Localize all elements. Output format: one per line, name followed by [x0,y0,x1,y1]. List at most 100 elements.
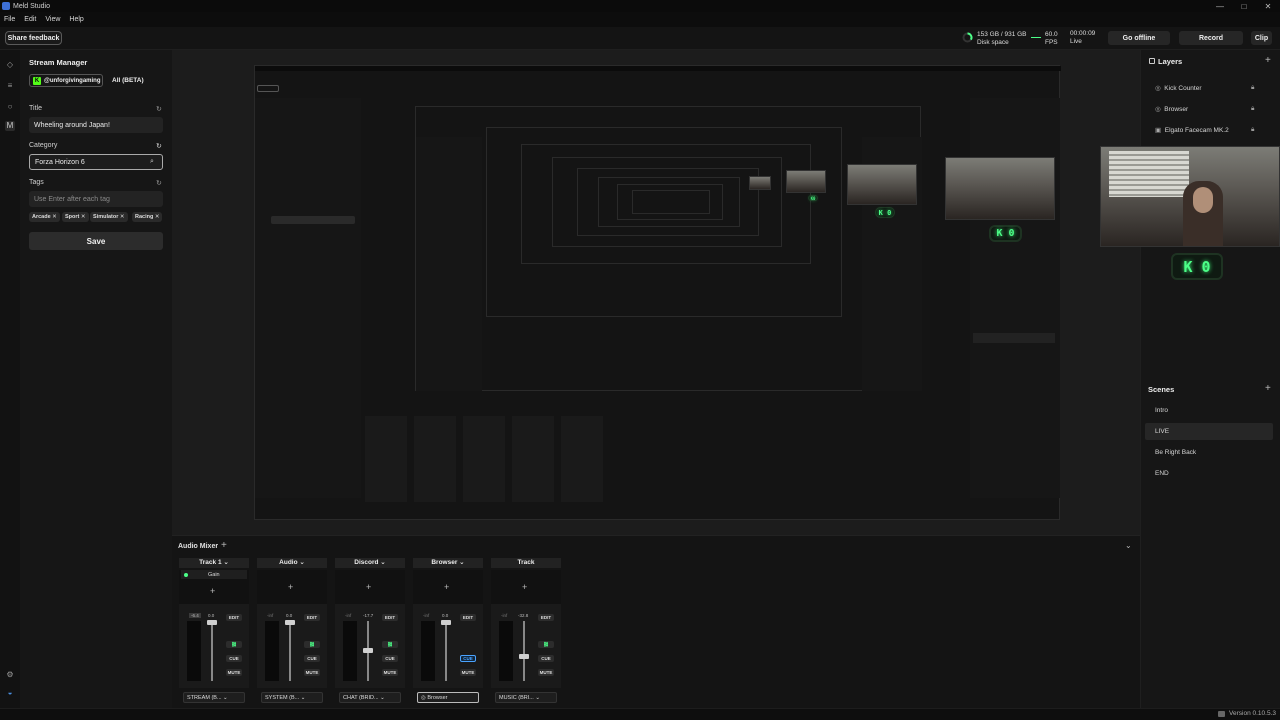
edit-button[interactable]: EDIT [382,614,398,621]
kick-counter-badge: K 0 [1171,253,1223,280]
cue-button[interactable]: CUE [304,655,320,662]
meld-logo-icon[interactable]: ◒ [5,688,15,698]
refresh-title-icon[interactable]: ↻ [156,105,162,113]
kick-counter-badge: K 0 [989,225,1022,242]
fader-knob[interactable] [207,620,217,625]
volume-fader[interactable] [289,621,291,681]
mute-button[interactable]: MUTE [226,669,242,676]
add-layer-button[interactable]: + [1265,55,1271,66]
edit-button[interactable]: EDIT [538,614,554,621]
tags-input[interactable]: Use Enter after each tag [29,191,163,207]
link-icon[interactable]: ⛓︎ [226,641,242,648]
stream-manager-icon[interactable]: M [5,121,15,131]
layer-item[interactable]: ◎ Kick Counter [1155,84,1202,92]
volume-fader[interactable] [523,621,525,681]
add-track-button[interactable]: + [221,540,227,551]
scene-item[interactable]: Be Right Back [1145,444,1273,461]
mute-button[interactable]: MUTE [382,669,398,676]
track-source-select[interactable]: SYSTEM (B... ⌄ [261,692,323,703]
minimize-button[interactable]: — [1208,0,1232,12]
record-button[interactable]: Record [1179,31,1243,45]
track-source-select[interactable]: STREAM (B... ⌄ [183,692,245,703]
scene-item[interactable]: Intro [1145,402,1273,419]
tag-chip[interactable]: Sport ✕ [62,212,89,222]
collapse-mixer-icon[interactable]: ⌄ [1125,541,1132,550]
track-name[interactable]: Discord ⌄ [335,558,405,568]
track-name[interactable]: Browser ⌄ [413,558,483,568]
refresh-tags-icon[interactable]: ↻ [156,179,162,187]
volume-fader[interactable] [445,621,447,681]
go-offline-button[interactable]: Go offline [1108,31,1170,45]
edit-button[interactable]: EDIT [460,614,476,621]
volume-fader[interactable] [211,621,213,681]
track-source-select[interactable]: MUSIC (BRI... ⌄ [495,692,557,703]
gain-indicator [184,572,188,577]
layer-item[interactable]: ▣ Elgato Facecam MK.2 [1155,126,1229,134]
link-icon[interactable]: ⛓︎ [538,641,554,648]
lock-icon[interactable]: 🔒︎ [1251,84,1254,92]
cue-button[interactable]: CUE [382,655,398,662]
list-icon[interactable]: ≡ [5,81,15,91]
title-input[interactable]: Wheeling around Japan! [29,117,163,133]
track-name[interactable]: Track [491,558,561,568]
search-icon[interactable]: ⌕ [150,158,154,166]
peak-level: 0.0 [208,613,215,618]
version-icon [1218,711,1225,717]
tag-chip[interactable]: Arcade ✕ [29,212,60,222]
disk-usage-icon [962,32,973,43]
add-effect-button[interactable]: + [444,582,449,592]
diamond-icon[interactable]: ◇ [5,60,15,70]
edit-button[interactable]: EDIT [304,614,320,621]
fader-knob[interactable] [363,648,373,653]
add-effect-button[interactable]: + [366,582,371,592]
close-button[interactable]: ✕ [1256,0,1280,12]
share-feedback-button[interactable]: Share feedback [5,31,62,45]
link-icon[interactable]: ⛓︎ [382,641,398,648]
menu-file[interactable]: File [4,16,15,23]
track-source-select[interactable]: CHAT (BRID... ⌄ [339,692,401,703]
all-beta-button[interactable]: All (BETA) [112,77,144,84]
cue-button-active[interactable]: CUE [460,655,476,662]
save-button[interactable]: Save [29,232,163,250]
fader-knob[interactable] [519,654,529,659]
level-meter [343,621,357,681]
mute-button[interactable]: MUTE [460,669,476,676]
scene-item[interactable]: END [1145,465,1273,482]
track-source-select[interactable]: ◎ Browser [417,692,479,703]
category-input[interactable]: Forza Horizon 6 [29,154,163,170]
add-effect-button[interactable]: + [210,586,215,596]
gain-row[interactable]: Gain [181,570,247,579]
account-button[interactable]: K @unforgivingaming [29,74,103,87]
menu-help[interactable]: Help [69,16,83,23]
fps-label: FPS [1045,39,1058,46]
track-name[interactable]: Track 1 ⌄ [179,558,249,568]
mute-button[interactable]: MUTE [304,669,320,676]
clip-button[interactable]: Clip [1251,31,1272,45]
fader-knob[interactable] [441,620,451,625]
peak-level: -17.7 [363,613,374,618]
edit-button[interactable]: EDIT [226,614,242,621]
mute-button[interactable]: MUTE [538,669,554,676]
lock-icon[interactable]: 🔒︎ [1251,126,1254,134]
tag-chip[interactable]: Simulator ✕ [90,212,128,222]
refresh-category-icon[interactable]: ↻ [156,142,162,150]
webcam-thumb [945,157,1055,220]
menu-edit[interactable]: Edit [24,16,36,23]
link-icon[interactable]: ⛓︎ [304,641,320,648]
tag-chip[interactable]: Racing ✕ [132,212,163,222]
menu-view[interactable]: View [45,16,60,23]
fader-knob[interactable] [285,620,295,625]
gain-label: Gain [208,571,220,578]
chat-icon[interactable]: ○ [5,102,15,112]
track-name[interactable]: Audio ⌄ [257,558,327,568]
settings-icon[interactable]: ⚙ [5,670,15,680]
cue-button[interactable]: CUE [538,655,554,662]
layer-item[interactable]: ◎ Browser [1155,105,1188,113]
add-effect-button[interactable]: + [288,582,293,592]
cue-button[interactable]: CUE [226,655,242,662]
lock-icon[interactable]: 🔒︎ [1251,105,1254,113]
scene-item-active[interactable]: LIVE [1145,423,1273,440]
add-scene-button[interactable]: + [1265,383,1271,394]
maximize-button[interactable]: □ [1232,0,1256,12]
add-effect-button[interactable]: + [522,582,527,592]
